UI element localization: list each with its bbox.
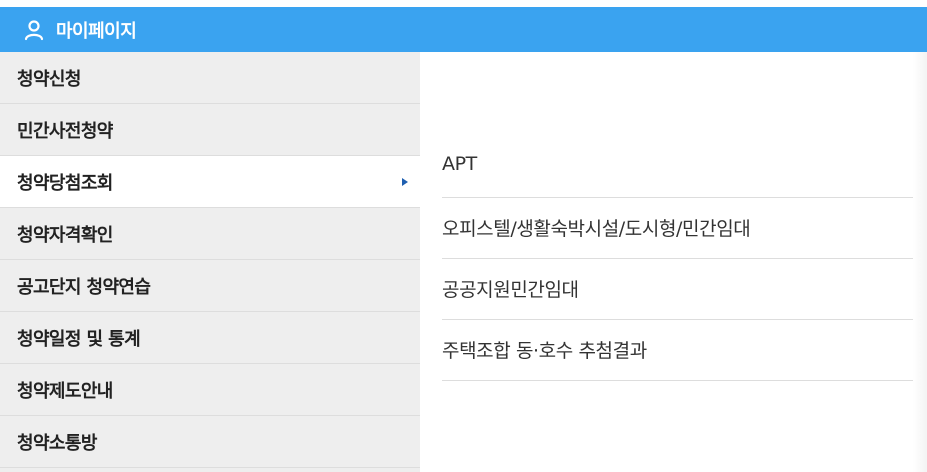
submenu-item-apt[interactable]: APT (442, 137, 915, 198)
sidebar-item-label: 청약제도안내 (17, 380, 113, 402)
top-strip (0, 0, 927, 7)
submenu-item-officetel[interactable]: 오피스텔/생활숙박시설/도시형/민간임대 (442, 198, 915, 259)
sidebar-item-label: 청약자격확인 (17, 224, 113, 246)
submenu-item-public-private-rental[interactable]: 공공지원민간임대 (442, 259, 915, 320)
sidebar-item-winning-inquiry[interactable]: 청약당첨조회 (0, 156, 420, 208)
submenu-list: APT 오피스텔/생활숙박시설/도시형/민간임대 공공지원민간임대 주택조합 동… (442, 137, 915, 381)
submenu-item-label: APT (442, 153, 477, 175)
mypage-header[interactable]: 마이페이지 (0, 7, 927, 52)
sidebar-item-label: 청약일정 및 통계 (17, 328, 141, 350)
submenu-panel: APT 오피스텔/생활숙박시설/도시형/민간임대 공공지원민간임대 주택조합 동… (420, 52, 927, 472)
sidebar-menu: 청약신청 민간사전청약 청약당첨조회 청약자격확인 공고단지 청약연습 청약일정… (0, 52, 420, 472)
submenu-item-label: 오피스텔/생활숙박시설/도시형/민간임대 (442, 218, 751, 240)
submenu-item-label: 공공지원민간임대 (442, 279, 579, 301)
triangle-right-icon (402, 177, 408, 186)
right-edge-shadow (913, 52, 927, 472)
user-icon (22, 18, 46, 42)
sidebar-item-practice[interactable]: 공고단지 청약연습 (0, 260, 420, 312)
sidebar-item-system-guide[interactable]: 청약제도안내 (0, 364, 420, 416)
sidebar-item-private-pre-subscription[interactable]: 민간사전청약 (0, 104, 420, 156)
sidebar-item-schedule-stats[interactable]: 청약일정 및 통계 (0, 312, 420, 364)
menu-frame: 마이페이지 청약신청 민간사전청약 청약당첨조회 청약자격확인 공고단지 청약연… (0, 0, 927, 472)
sidebar-item-label: 민간사전청약 (17, 120, 113, 142)
sidebar-item-label: 청약당첨조회 (17, 172, 113, 194)
sidebar-item-label: 청약소통방 (17, 432, 97, 454)
sidebar-item-eligibility-check[interactable]: 청약자격확인 (0, 208, 420, 260)
sidebar-item-label: 청약신청 (17, 68, 81, 90)
sidebar-item-communication[interactable]: 청약소통방 (0, 416, 420, 468)
submenu-item-label: 주택조합 동·호수 추첨결과 (442, 340, 647, 362)
submenu-item-housing-association[interactable]: 주택조합 동·호수 추첨결과 (442, 320, 915, 381)
header-title: 마이페이지 (56, 20, 137, 42)
sidebar-item-subscription-apply[interactable]: 청약신청 (0, 52, 420, 104)
sidebar-item-label: 공고단지 청약연습 (17, 276, 151, 298)
